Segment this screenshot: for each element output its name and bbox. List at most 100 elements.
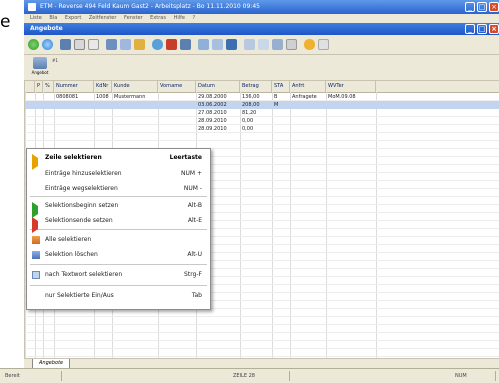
column-header[interactable]: WVTer [326, 81, 376, 92]
table-cell [94, 101, 112, 109]
table-cell [290, 117, 326, 125]
column-header[interactable]: Datum [196, 81, 240, 92]
table-cell: 136,00 [242, 94, 260, 100]
table-cell [43, 125, 54, 133]
context-menu-item-label: Alle selektieren [45, 236, 92, 243]
context-menu-item-label: Zeile selektieren [45, 154, 102, 161]
list-icon[interactable] [60, 39, 71, 50]
table-icon[interactable] [120, 39, 131, 50]
column-header[interactable]: Anfrt [290, 81, 326, 92]
grid-line [376, 92, 377, 367]
preview-icon[interactable] [258, 39, 269, 50]
pencil-icon[interactable] [134, 39, 145, 50]
sub-toolbar: Angebot #1 [24, 55, 499, 81]
context-menu-item-shortcut: Strg-F [184, 271, 202, 278]
status-right: NUM [452, 371, 496, 381]
window-title: ETM - Reverse 494 Feld Kaum Gast2 - Arbe… [40, 3, 260, 10]
context-menu-item[interactable]: Alle selektieren [27, 233, 210, 247]
grid-icon[interactable] [106, 39, 117, 50]
stop-icon[interactable] [166, 39, 177, 50]
globe-icon[interactable] [152, 39, 163, 50]
table-row[interactable]: 03.06.2002 208,00 M [25, 101, 499, 109]
help-icon[interactable] [304, 39, 315, 50]
clipboard-icon[interactable] [286, 39, 297, 50]
context-menu-item[interactable]: Selektionsende setzen Alt-E [27, 214, 210, 233]
table-clear-icon [32, 251, 40, 259]
app-icon [28, 3, 36, 11]
column-header[interactable] [25, 81, 35, 92]
menu-item[interactable]: Hilfe [174, 15, 185, 21]
table-cell [25, 93, 35, 101]
copy-icon[interactable] [272, 39, 283, 50]
page-icon[interactable] [88, 39, 99, 50]
redo-icon[interactable] [212, 39, 223, 50]
menu-item[interactable]: Extras [150, 15, 166, 21]
menu-item[interactable]: Bla [49, 15, 57, 21]
column-header[interactable]: P [35, 81, 43, 92]
menu-item[interactable]: Liste [30, 15, 42, 21]
close-button[interactable]: × [489, 2, 499, 12]
menu-item[interactable]: Export [65, 15, 81, 21]
table-cell: Mustermann [114, 94, 146, 100]
menu-item[interactable]: Zeitfenster [89, 15, 117, 21]
grid-line [25, 340, 499, 341]
column-header[interactable]: Kunde [112, 81, 158, 92]
status-center: ZEILE 28 [230, 371, 290, 381]
table-cell [290, 125, 326, 133]
menu-item[interactable]: ? [193, 15, 196, 21]
table-cell: 0,00 [242, 118, 254, 124]
doc-icon[interactable] [74, 39, 85, 50]
table-row[interactable]: 0808081 1008 Mustermann 29.08.2000 136,00 B An… [25, 93, 499, 101]
text-select-icon [32, 271, 40, 279]
column-header[interactable]: STA [272, 81, 290, 92]
table-row[interactable]: 27.08.2010 81,20 [25, 109, 499, 117]
context-menu-item[interactable]: Selektion löschen Alt-U [27, 248, 210, 262]
context-menu-item-shortcut: Alt-B [187, 202, 202, 209]
angebot-badge: #1 [52, 58, 58, 63]
column-header[interactable]: Vorname [158, 81, 196, 92]
grid-line [272, 92, 273, 367]
context-menu-item[interactable]: Einträge wegselektieren NUM - [27, 182, 210, 196]
table-cell: 27.08.2010 [198, 110, 227, 116]
column-header[interactable]: KdNr [94, 81, 112, 92]
context-menu-item-label: nach Textwort selektieren [45, 271, 123, 278]
context-menu-item[interactable]: nur Selektierte Ein/Aus Tab [27, 289, 210, 303]
table-cell [43, 101, 54, 109]
window-icon[interactable] [180, 39, 191, 50]
grid-line [25, 348, 499, 349]
grid-header: P% Nummer KdNr Kunde Vorname Datum Betrag STA An… [25, 81, 499, 93]
table-cell [43, 109, 54, 117]
print-icon[interactable] [244, 39, 255, 50]
refresh-icon[interactable] [42, 39, 53, 50]
minimize-button[interactable]: _ [465, 2, 475, 12]
context-menu-item[interactable]: nach Textwort selektieren Strg-F [27, 268, 210, 282]
grid-line [25, 316, 499, 317]
save-icon[interactable] [226, 39, 237, 50]
context-menu-item[interactable]: Selektionsbeginn setzen Alt-B [27, 199, 210, 218]
frame-minimize-button[interactable]: _ [465, 24, 475, 34]
table-cell [290, 109, 326, 117]
table-cell [54, 125, 94, 133]
column-header[interactable]: Betrag [240, 81, 272, 92]
context-menu-item[interactable]: Zeile selektieren Leertaste [27, 151, 210, 170]
table-cell [326, 101, 376, 109]
menu-separator [30, 196, 207, 197]
arrow-icon[interactable] [198, 39, 209, 50]
context-menu-item[interactable]: Einträge hinzuselektieren NUM + [27, 167, 210, 181]
back-icon[interactable] [28, 39, 39, 50]
column-header[interactable]: % [43, 81, 54, 92]
column-header[interactable]: Nummer [54, 81, 94, 92]
menu-item[interactable]: Fenster [124, 15, 143, 21]
context-menu-item-label: Selektionsbeginn setzen [45, 202, 119, 209]
maximize-button[interactable]: □ [477, 2, 487, 12]
frame-title-bar: Angebote _ □ × [24, 23, 499, 35]
frame-close-button[interactable]: × [489, 24, 499, 34]
frame-maximize-button[interactable]: □ [477, 24, 487, 34]
table-row[interactable]: 28.09.2010 0,00 [25, 117, 499, 125]
table-row[interactable]: 28.09.2010 0,00 [25, 125, 499, 133]
context-menu-item-label: Selektion löschen [45, 251, 98, 258]
menu-separator [30, 264, 207, 265]
angebot-button[interactable]: Angebot #1 [28, 57, 58, 78]
info-icon[interactable] [318, 39, 329, 50]
table-cell [35, 125, 43, 133]
